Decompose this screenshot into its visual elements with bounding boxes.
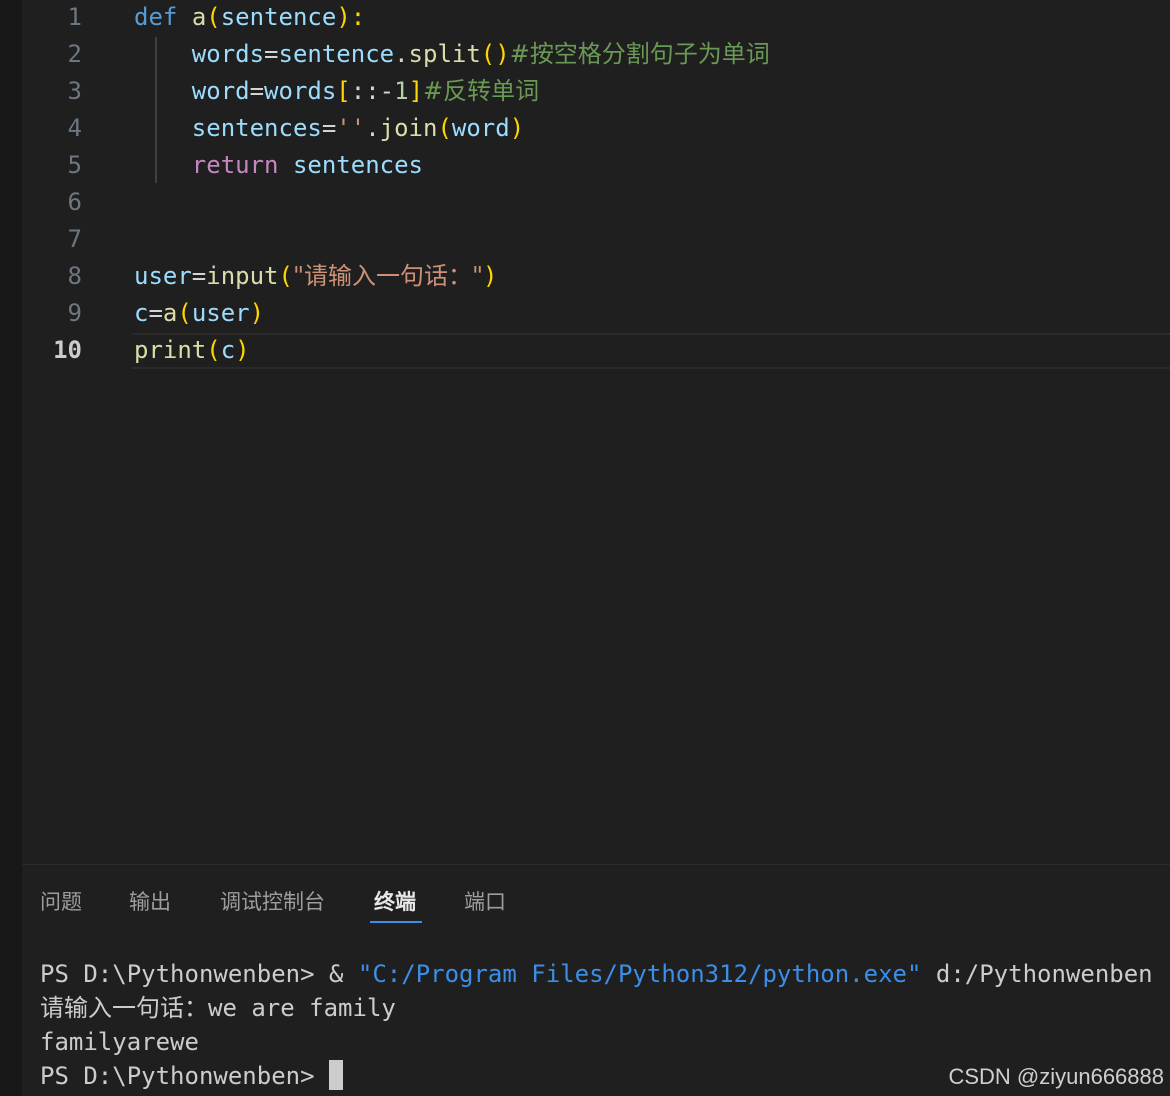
code-token: user [134,262,192,290]
code-token: a [191,3,207,31]
code-token: = [249,77,265,105]
code-token: c [134,299,149,327]
active-tab-indicator [370,921,422,923]
terminal-script-arg: d:/Pythonwenben [921,960,1153,988]
code-line[interactable]: 10 print(c) [22,332,1170,369]
line-number: 9 [67,299,82,327]
line-number: 8 [67,262,82,290]
code-token: #按空格分割句子为单词 [509,40,770,68]
code-line[interactable]: 8 user=input("请输入一句话：") [22,258,1170,295]
code-text: print(c) [134,332,250,369]
code-token: input [206,262,279,290]
code-line[interactable]: 6 [22,184,1170,221]
code-token: def [134,3,178,31]
watermark: CSDN @ziyun666888 [948,1064,1164,1089]
code-token: join [379,114,438,142]
code-text: c=a(user) [134,295,264,332]
code-line[interactable]: 1 def a(sentence): [22,0,1170,36]
code-text: def a(sentence): [134,0,365,36]
line-number: 7 [67,225,82,253]
code-text: sentences=''.join(word) [134,110,524,147]
code-token: () [480,40,510,68]
code-token: ( [177,299,192,327]
line-number: 10 [53,336,82,364]
code-line[interactable]: 3 word=words[::-1]#反转单词 [22,73,1170,110]
tab-output[interactable]: 输出 [129,887,171,917]
code-token: = [321,114,337,142]
terminal-final-prompt-line: PS D:\Pythonwenben> [40,1059,343,1093]
terminal-input-line: 请输入一句话：we are family [40,994,396,1022]
code-token: a [162,299,178,327]
code-editor[interactable]: 1 def a(sentence): 2 words=sentence.split(… [22,0,1170,864]
tab-ports[interactable]: 端口 [464,887,506,917]
code-token: sentences [292,151,423,179]
terminal-exe-path: "C:/Program Files/Python312/python.exe" [357,960,922,988]
bottom-panel: 问题 输出 调试控制台 终端 端口 PS D:\Pythonwenben> & … [22,865,1170,1096]
code-token: 1 [394,77,409,105]
code-token: words [264,77,337,105]
code-token: word [451,114,510,142]
tab-problems[interactable]: 问题 [40,887,82,917]
code-token: . [394,40,409,68]
code-token: "请输入一句话：" [292,262,484,290]
code-token: sentences [134,114,322,142]
terminal-prompt: PS D:\Pythonwenben> & [40,960,358,988]
code-line[interactable]: 4 sentences=''.join(word) [22,110,1170,147]
line-number: 6 [67,188,82,216]
code-token: c [220,336,236,364]
code-token: ) [509,114,525,142]
code-token: ) [483,262,498,290]
tab-terminal[interactable]: 终端 [374,887,416,917]
code-text: user=input("请输入一句话：") [134,258,497,295]
line-number: 1 [67,3,82,31]
line-number: 3 [67,77,82,105]
code-token: ( [437,114,452,142]
code-token: sentence [220,3,337,31]
code-line[interactable]: 2 words=sentence.split()#按空格分割句子为单词 [22,36,1170,73]
code-token: word [134,77,250,105]
code-token: user [191,299,250,327]
terminal-prompt: PS D:\Pythonwenben> [40,1062,329,1090]
panel-tabs: 问题 输出 调试控制台 终端 端口 [22,865,1170,935]
terminal-cursor [328,1060,343,1090]
code-token: = [148,299,163,327]
code-token: ( [206,3,221,31]
code-token: ( [278,262,293,290]
code-token: #反转单词 [423,77,540,105]
code-token: sentence [278,40,395,68]
code-token: [ [336,77,351,105]
code-line[interactable]: 7 [22,221,1170,258]
code-token: return [134,151,279,179]
tab-debug-console[interactable]: 调试控制台 [220,887,325,917]
code-token: ( [206,336,221,364]
code-line[interactable]: 5 return sentences [22,147,1170,184]
code-token: = [191,262,207,290]
terminal-command-line: PS D:\Pythonwenben> & "C:/Program Files/… [40,957,1153,991]
line-number: 5 [67,151,82,179]
code-token: ) [249,299,265,327]
code-token: ] [408,77,424,105]
line-number: 4 [67,114,82,142]
code-token: print [134,336,207,364]
code-token: ) [235,336,250,364]
code-line[interactable]: 9 c=a(user) [22,295,1170,332]
code-token: '' [336,114,366,142]
code-text: word=words[::-1]#反转单词 [134,73,539,110]
code-token: = [264,40,279,68]
line-number: 2 [67,40,82,68]
terminal-output-line: familyarewe [40,1028,199,1056]
activity-bar-edge [0,0,22,1096]
code-token: split [408,40,481,68]
code-token: . [365,114,380,142]
code-text: words=sentence.split()#按空格分割句子为单词 [134,36,770,73]
code-text: return sentences [134,147,423,184]
code-token: words [134,40,265,68]
code-token: ): [336,3,366,31]
code-token: ::- [350,77,395,105]
